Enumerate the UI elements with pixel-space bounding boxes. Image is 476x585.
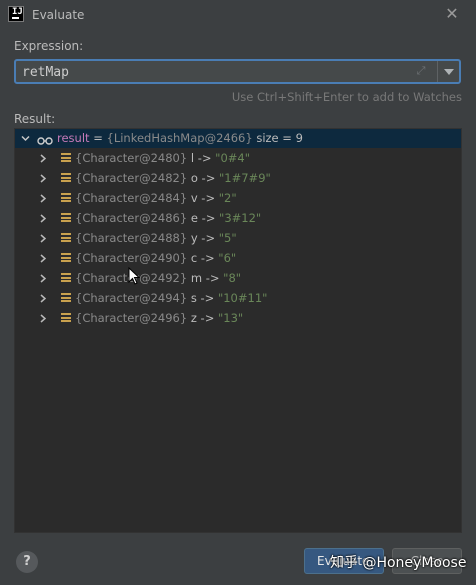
help-button[interactable]: ? <box>16 551 38 573</box>
map-entry-row[interactable]: {Character@2490} c -> "6" <box>15 249 461 268</box>
field-icon <box>61 253 71 264</box>
field-icon <box>61 193 71 204</box>
result-type-ref: {LinkedHashMap@2466} <box>106 131 253 145</box>
map-entry-row[interactable]: {Character@2496} z -> "13" <box>15 309 461 328</box>
chevron-right-icon[interactable] <box>39 234 47 243</box>
title-bar: IJ Evaluate ✕ <box>0 0 476 30</box>
field-icon <box>61 293 71 304</box>
intellij-app-icon: IJ <box>8 6 24 22</box>
result-name: result <box>57 131 90 145</box>
map-entry-row[interactable]: {Character@2494} s -> "10#11" <box>15 289 461 308</box>
expression-combobox[interactable]: ⤢ <box>14 59 461 84</box>
result-size: size = 9 <box>252 131 303 145</box>
result-label: Result: <box>14 112 56 126</box>
chevron-right-icon[interactable] <box>39 214 47 223</box>
dropdown-separator <box>437 61 438 82</box>
field-icon <box>61 213 71 224</box>
chevron-right-icon[interactable] <box>39 274 47 283</box>
chevron-down-icon[interactable] <box>21 134 30 142</box>
window-title: Evaluate <box>32 8 85 22</box>
field-icon <box>61 153 71 164</box>
chevron-right-icon[interactable] <box>39 294 47 303</box>
watches-hint: Use Ctrl+Shift+Enter to add to Watches <box>231 90 462 104</box>
map-entry-row[interactable]: {Character@2486} e -> "3#12" <box>15 209 461 228</box>
zhihu-watermark: 知乎 @HoneyMoose <box>330 555 467 571</box>
result-tree[interactable]: result = {LinkedHashMap@2466} size = 9 {… <box>14 128 462 533</box>
close-window-icon[interactable]: ✕ <box>444 6 460 22</box>
chevron-right-icon[interactable] <box>39 194 47 203</box>
map-entry-row[interactable]: {Character@2492} m -> "8" <box>15 269 461 288</box>
expression-label: Expression: <box>14 39 84 53</box>
result-root-row[interactable]: result = {LinkedHashMap@2466} size = 9 <box>15 129 461 148</box>
chevron-right-icon[interactable] <box>39 254 47 263</box>
expand-editor-icon[interactable]: ⤢ <box>414 64 428 78</box>
mouse-cursor-icon <box>128 266 141 288</box>
result-root-text: result = {LinkedHashMap@2466} size = 9 <box>57 131 303 145</box>
field-icon <box>61 173 71 184</box>
field-icon <box>61 233 71 244</box>
map-entry-row[interactable]: {Character@2480} l -> "0#4" <box>15 149 461 168</box>
chevron-right-icon[interactable] <box>39 314 47 323</box>
chevron-right-icon[interactable] <box>39 174 47 183</box>
chevron-right-icon[interactable] <box>39 154 47 163</box>
field-icon <box>61 273 71 284</box>
map-entry-row[interactable]: {Character@2488} y -> "5" <box>15 229 461 248</box>
map-entry-row[interactable]: {Character@2484} v -> "2" <box>15 189 461 208</box>
map-entry-row[interactable]: {Character@2482} o -> "1#7#9" <box>15 169 461 188</box>
dropdown-arrow-icon[interactable] <box>444 69 454 75</box>
expression-input[interactable] <box>22 63 402 81</box>
field-icon <box>61 313 71 324</box>
